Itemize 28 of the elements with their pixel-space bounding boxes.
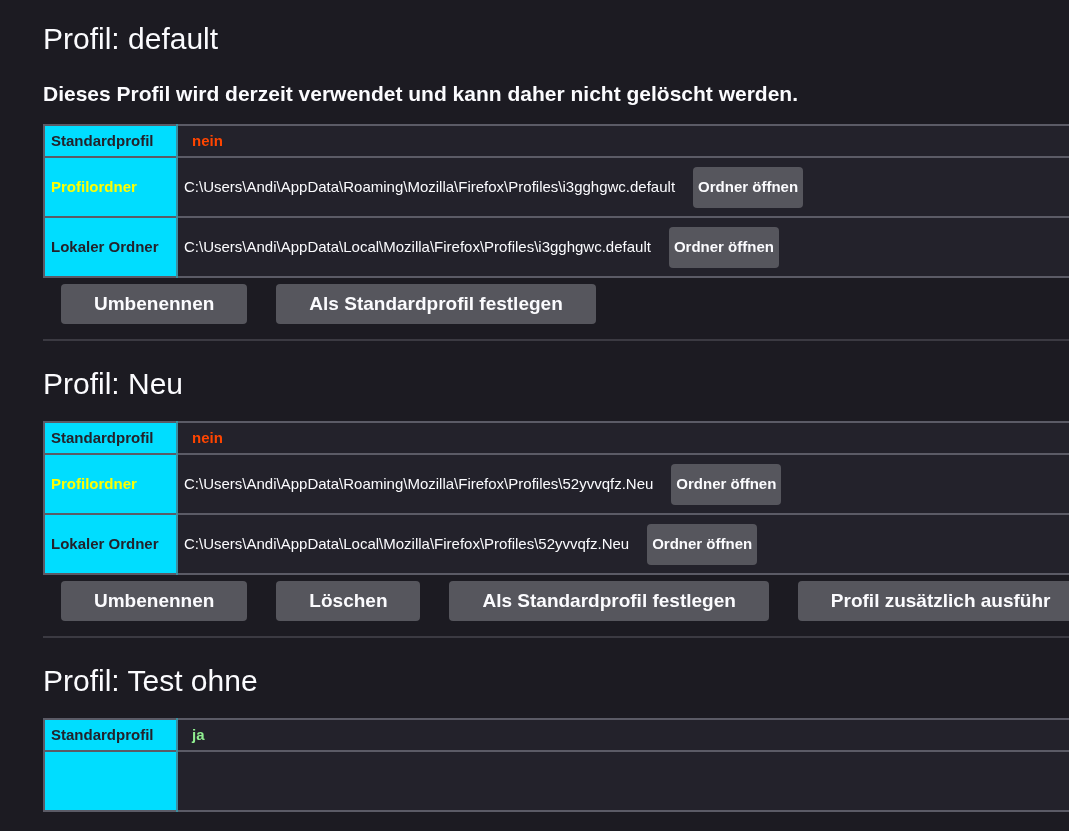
- row-label: Lokaler Ordner: [44, 217, 177, 278]
- row-label: Standardprofil: [44, 125, 177, 158]
- action-button[interactable]: Löschen: [276, 581, 421, 622]
- open-folder-button[interactable]: Ordner öffnen: [671, 464, 782, 505]
- folder-path: C:\Users\Andi\AppData\Local\Mozilla\Firefox\Profiles\52yvvqfz.Neu: [184, 534, 630, 555]
- profile-heading: Profil: default: [43, 21, 220, 57]
- flag-value: nein: [177, 125, 1069, 158]
- profile-heading: Profil: Neu: [43, 366, 185, 403]
- action-button[interactable]: Als Standardprofil festlegen: [449, 581, 769, 622]
- row-label: Standardprofil: [44, 422, 177, 455]
- row-label: Standardprofil: [44, 719, 177, 752]
- open-folder-button[interactable]: Ordner öffnen: [647, 524, 758, 565]
- flag-value: nein: [177, 422, 1069, 455]
- folder-path: C:\Users\Andi\AppData\Local\Mozilla\Firefox\Profiles\i3gghgwc.default: [184, 237, 651, 258]
- folder-path: C:\Users\Andi\AppData\Roaming\Mozilla\Firefox\Profiles\52yvvqfz.Neu: [184, 474, 654, 495]
- open-folder-button[interactable]: Ordner öffnen: [668, 227, 779, 268]
- action-button[interactable]: Als Standardprofil festlegen: [276, 284, 596, 325]
- folder-path: C:\Users\Andi\AppData\Roaming\Mozilla\Firefox\Profiles\i3gghgwc.default: [184, 177, 676, 198]
- open-folder-button[interactable]: Ordner öffnen: [693, 167, 804, 208]
- row-label: Profilordner: [44, 157, 177, 218]
- row-label: Lokaler Ordner: [44, 514, 177, 575]
- action-button[interactable]: Umbenennen: [61, 284, 248, 325]
- flag-value: ja: [177, 719, 1069, 752]
- action-button[interactable]: Umbenennen: [61, 581, 248, 622]
- action-button[interactable]: Profil zusätzlich ausführ: [797, 581, 1069, 622]
- row-label: Profilordner: [44, 454, 177, 515]
- notice-text: Dieses Profil wird derzeit verwendet und kann daher nicht gelöscht werden.: [43, 81, 799, 107]
- profile-heading: Profil: Test ohne: [43, 663, 259, 700]
